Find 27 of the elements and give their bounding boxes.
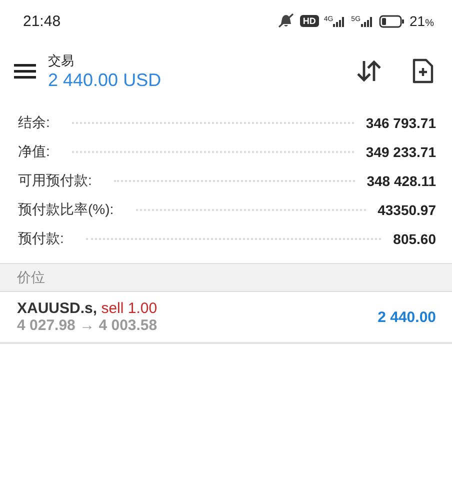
section-title: 价位 [17, 268, 45, 286]
position-row[interactable]: XAUUSD.s, sell 1.00 4 027.98 → 4 003.58 2 440.00 [0, 292, 452, 344]
summary-value: 346 793.71 [366, 114, 436, 130]
summary-value: 805.60 [393, 230, 436, 246]
summary-label: 可用预付款: [18, 172, 92, 190]
battery-icon [378, 14, 405, 28]
mute-icon [276, 13, 295, 29]
summary-label: 预付款比率(%): [18, 200, 114, 218]
summary-label: 净值: [18, 142, 50, 160]
summary-label: 结余: [18, 114, 50, 132]
position-profit: 2 440.00 [378, 308, 436, 326]
hd-badge: HD [300, 15, 319, 27]
signal-icon [333, 16, 346, 26]
summary-value: 348 428.11 [366, 172, 436, 188]
status-time: 21:48 [23, 12, 61, 30]
screen-title: 交易 [48, 52, 75, 70]
battery-percent: 21% [410, 13, 434, 29]
position-title: XAUUSD.s, sell 1.00 [17, 300, 158, 317]
summary-value: 43350.97 [378, 202, 436, 218]
sort-icon [356, 59, 382, 83]
summary-value: 349 233.71 [366, 144, 436, 160]
menu-icon [14, 63, 36, 79]
balance-amount: 2 440.00 USD [48, 70, 162, 90]
document-plus-icon [412, 58, 434, 84]
position-prices: 4 027.98 → 4 003.58 [17, 317, 158, 334]
signal-icon [360, 16, 374, 26]
summary-label: 预付款: [18, 230, 64, 248]
